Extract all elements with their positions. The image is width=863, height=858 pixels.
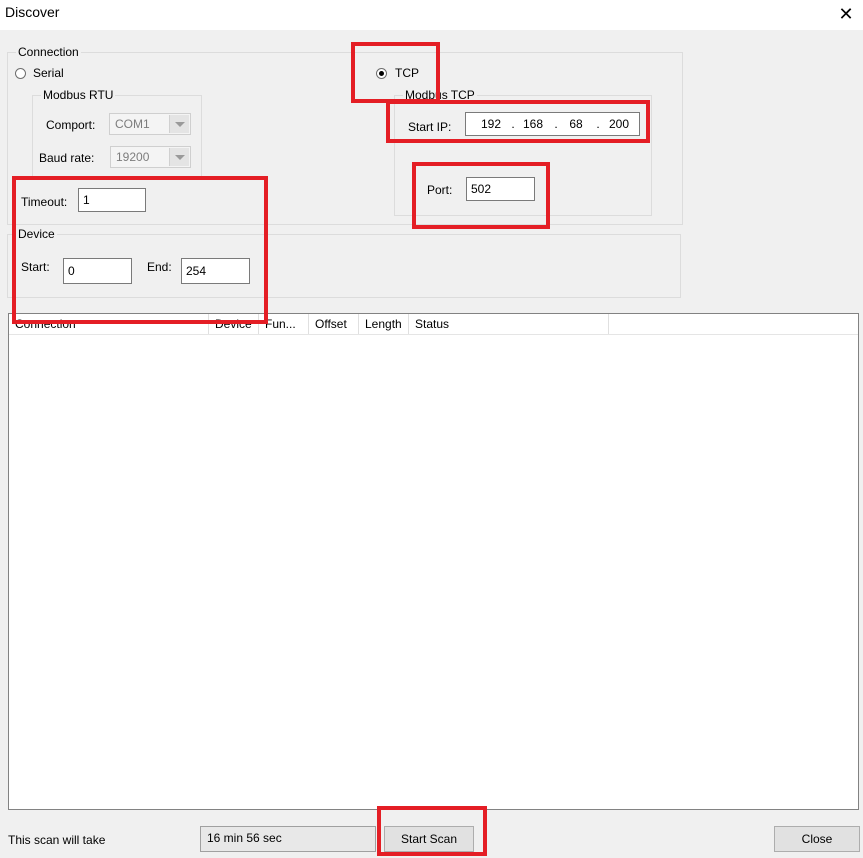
modbus-tcp-legend: Modbus TCP [403, 88, 477, 102]
comport-value: COM1 [115, 117, 150, 131]
start-ip-label: Start IP: [408, 120, 452, 134]
close-button[interactable]: Close [774, 826, 860, 852]
modbus-rtu-legend: Modbus RTU [41, 88, 116, 102]
timeout-label: Timeout: [21, 195, 68, 209]
start-scan-button[interactable]: Start Scan [384, 826, 474, 852]
ip-octet-4[interactable]: 200 [602, 117, 636, 131]
column-function[interactable]: Fun... [259, 314, 309, 334]
ip-octet-2[interactable]: 168 [516, 117, 550, 131]
scan-duration-value: 16 min 56 sec [200, 826, 376, 852]
baud-rate-select[interactable]: 19200 [110, 146, 191, 168]
end-label: End: [147, 260, 172, 274]
serial-radio[interactable] [15, 68, 26, 79]
start-label: Start: [21, 260, 50, 274]
comport-select[interactable]: COM1 [109, 113, 191, 135]
serial-label[interactable]: Serial [33, 66, 64, 80]
results-header: Connection Device Fun... Offset Length S… [9, 314, 858, 335]
port-label: Port: [427, 183, 453, 197]
tcp-label[interactable]: TCP [395, 66, 419, 80]
column-connection[interactable]: Connection [9, 314, 209, 334]
connection-legend: Connection [16, 45, 81, 59]
close-icon[interactable]: ✕ [829, 0, 863, 30]
start-ip-input[interactable]: 192 . 168 . 68 . 200 [465, 112, 640, 136]
ip-octet-1[interactable]: 192 [474, 117, 508, 131]
port-input[interactable]: 502 [466, 177, 535, 201]
ip-dot: . [596, 117, 600, 131]
column-offset[interactable]: Offset [309, 314, 359, 334]
baud-rate-label: Baud rate: [39, 151, 95, 165]
start-input[interactable]: 0 [63, 258, 132, 284]
ip-octet-3[interactable]: 68 [559, 117, 593, 131]
comport-label: Comport: [46, 118, 96, 132]
timeout-input[interactable]: 1 [78, 188, 146, 212]
chevron-down-icon [169, 148, 189, 166]
chevron-down-icon [169, 115, 189, 133]
column-status[interactable]: Status [409, 314, 609, 334]
results-list[interactable]: Connection Device Fun... Offset Length S… [8, 313, 859, 810]
device-legend: Device [16, 227, 57, 241]
end-input[interactable]: 254 [181, 258, 250, 284]
window-title: Discover [5, 4, 60, 20]
baud-rate-value: 19200 [116, 150, 150, 164]
column-device[interactable]: Device [209, 314, 259, 334]
tcp-radio[interactable] [376, 68, 387, 79]
column-length[interactable]: Length [359, 314, 409, 334]
scan-duration-label: This scan will take [8, 833, 106, 847]
title-bar: Discover ✕ [0, 0, 863, 30]
